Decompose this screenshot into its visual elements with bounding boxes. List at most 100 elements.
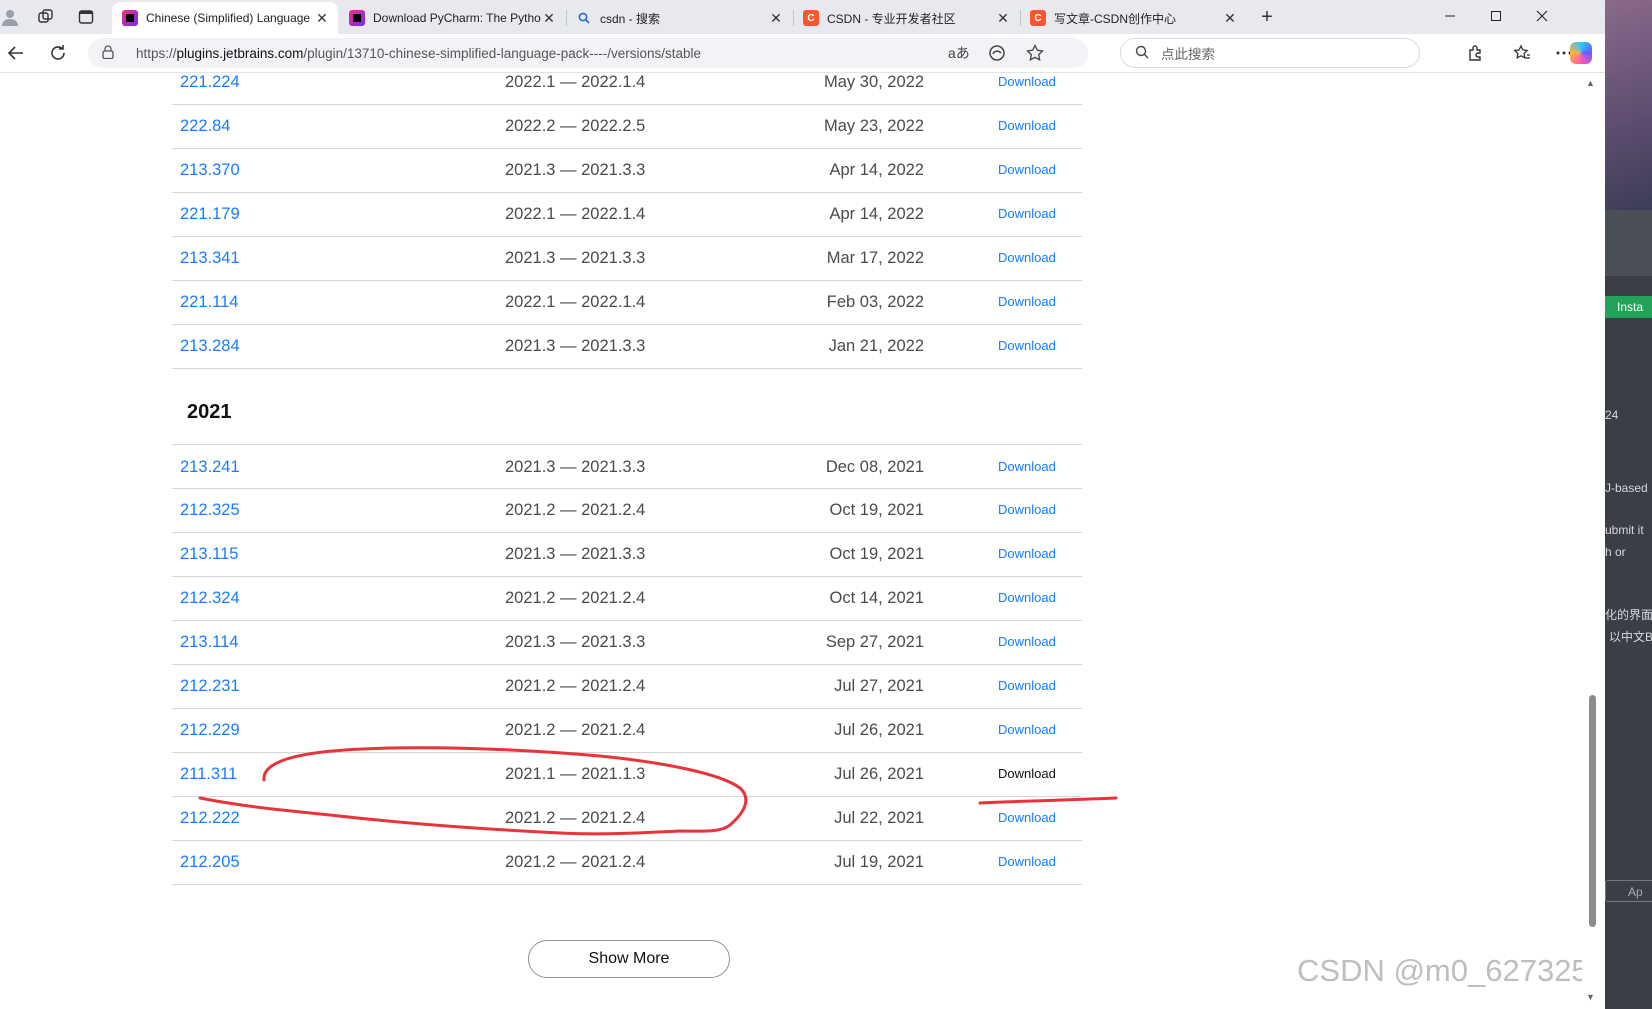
side-text: J-based xyxy=(1605,481,1648,495)
release-date: Dec 08, 2021 xyxy=(825,458,924,476)
download-link[interactable]: Download xyxy=(998,620,1056,664)
tab-chinese-language-pack[interactable]: Chinese (Simplified) Language Pa ✕ xyxy=(112,2,338,34)
tab-csdn-community[interactable]: C CSDN - 专业开发者社区 ✕ xyxy=(793,2,1019,34)
scroll-up-arrow-icon[interactable]: ▲ xyxy=(1586,78,1595,88)
lock-icon[interactable] xyxy=(102,44,122,62)
url-field[interactable]: https://plugins.jetbrains.com/plugin/137… xyxy=(88,38,1088,68)
search-icon xyxy=(1135,45,1149,62)
compat-range: 2021.3 — 2021.3.3 xyxy=(505,545,646,563)
download-link[interactable]: Download xyxy=(998,708,1056,752)
minimize-button[interactable] xyxy=(1427,0,1473,32)
version-link[interactable]: 212.325 xyxy=(180,488,240,532)
version-link[interactable]: 212.229 xyxy=(180,708,240,752)
workspaces-icon[interactable] xyxy=(36,7,56,27)
compat-range: 2021.2 — 2021.2.4 xyxy=(505,809,646,827)
version-link[interactable]: 212.205 xyxy=(180,840,240,884)
back-button[interactable] xyxy=(4,42,28,64)
profile-icon[interactable] xyxy=(0,7,20,27)
download-link[interactable]: Download xyxy=(998,664,1056,708)
download-link[interactable]: Download xyxy=(998,445,1056,489)
table-row: 212.231 2021.2 — 2021.2.4 Jul 27, 2021 D… xyxy=(172,664,1082,709)
apply-button[interactable]: Ap xyxy=(1605,880,1652,902)
version-link[interactable]: 213.370 xyxy=(180,148,240,192)
download-link[interactable]: Download xyxy=(998,752,1056,796)
version-link[interactable]: 213.241 xyxy=(180,445,240,489)
tab-csdn-search[interactable]: csdn - 搜索 ✕ xyxy=(566,2,792,34)
favorites-icon[interactable] xyxy=(1510,42,1534,64)
table-row: 213.114 2021.3 — 2021.3.3 Sep 27, 2021 D… xyxy=(172,620,1082,665)
favorite-star-icon[interactable] xyxy=(1026,38,1044,68)
table-row: 212.229 2021.2 — 2021.2.4 Jul 26, 2021 D… xyxy=(172,708,1082,753)
download-link[interactable]: Download xyxy=(998,236,1056,280)
release-date: Feb 03, 2022 xyxy=(826,293,924,311)
release-date: Jul 19, 2021 xyxy=(834,853,924,871)
vertical-tabs-icon[interactable] xyxy=(76,7,96,27)
refresh-button[interactable] xyxy=(46,42,70,64)
close-icon[interactable]: ✕ xyxy=(314,10,330,27)
version-link[interactable]: 213.114 xyxy=(180,620,238,664)
compat-range: 2021.3 — 2021.3.3 xyxy=(505,633,646,651)
url-path: /plugin/13710-chinese-simplified-languag… xyxy=(303,45,702,61)
close-icon[interactable]: ✕ xyxy=(541,10,557,27)
close-window-button[interactable] xyxy=(1519,0,1565,32)
version-link[interactable]: 221.114 xyxy=(180,280,238,324)
compat-range: 2022.1 — 2022.1.4 xyxy=(505,205,646,223)
close-icon[interactable]: ✕ xyxy=(995,10,1011,27)
tab-download-pycharm[interactable]: Download PyCharm: The Python I ✕ xyxy=(339,2,565,34)
download-link[interactable]: Download xyxy=(998,532,1056,576)
download-link[interactable]: Download xyxy=(998,796,1056,840)
version-link[interactable]: 221.224 xyxy=(180,73,240,104)
download-link[interactable]: Download xyxy=(998,104,1056,148)
tab-csdn-write[interactable]: C 写文章-CSDN创作中心 ✕ xyxy=(1020,2,1246,34)
extensions-icon[interactable] xyxy=(1464,42,1488,64)
csdn-logo-icon: C xyxy=(803,10,819,26)
search-icon xyxy=(576,10,592,26)
release-date: Sep 27, 2021 xyxy=(825,633,924,651)
scroll-down-arrow-icon[interactable]: ▼ xyxy=(1586,992,1595,1002)
version-link[interactable]: 211.311 xyxy=(180,752,237,796)
close-icon[interactable]: ✕ xyxy=(1222,10,1238,27)
version-link[interactable]: 212.222 xyxy=(180,796,240,840)
download-link[interactable]: Download xyxy=(998,73,1056,104)
install-button[interactable]: Insta xyxy=(1605,296,1652,318)
copilot-icon[interactable] xyxy=(1570,42,1592,64)
version-link[interactable]: 212.231 xyxy=(180,664,240,708)
version-link[interactable]: 213.284 xyxy=(180,324,240,368)
side-text: 以中文B xyxy=(1609,630,1652,644)
tab-label: 写文章-CSDN创作中心 xyxy=(1054,11,1176,26)
show-more-button[interactable]: Show More xyxy=(528,940,730,978)
reader-mode-icon[interactable] xyxy=(988,38,1006,68)
download-link[interactable]: Download xyxy=(998,192,1056,236)
maximize-button[interactable] xyxy=(1473,0,1519,32)
version-link[interactable]: 213.341 xyxy=(180,236,240,280)
download-link[interactable]: Download xyxy=(998,840,1056,884)
version-link[interactable]: 213.115 xyxy=(180,532,238,576)
year-heading: 2021 xyxy=(187,401,232,423)
release-date: Apr 14, 2022 xyxy=(829,161,925,179)
release-date: Oct 19, 2021 xyxy=(829,501,924,519)
table-row: 212.324 2021.2 — 2021.2.4 Oct 14, 2021 D… xyxy=(172,576,1082,621)
release-date: Oct 19, 2021 xyxy=(829,545,924,563)
side-text: 化的界面 xyxy=(1605,608,1652,622)
download-link[interactable]: Download xyxy=(998,280,1056,324)
translate-icon[interactable]: aあ xyxy=(948,38,970,68)
download-link[interactable]: Download xyxy=(998,148,1056,192)
release-date: Apr 14, 2022 xyxy=(829,205,925,223)
download-link[interactable]: Download xyxy=(998,576,1056,620)
release-date: Mar 17, 2022 xyxy=(826,249,924,267)
version-link[interactable]: 222.84 xyxy=(180,104,230,148)
table-row: 213.284 2021.3 — 2021.3.3 Jan 21, 2022 D… xyxy=(172,324,1082,369)
compat-range: 2021.3 — 2021.3.3 xyxy=(505,337,646,355)
new-tab-button[interactable]: + xyxy=(1257,6,1277,28)
compat-range: 2021.1 — 2021.1.3 xyxy=(505,765,646,783)
background-window-strip: Insta 24 J-based ubmit it h or 化的界面 以中文B… xyxy=(1605,0,1652,1009)
download-link[interactable]: Download xyxy=(998,488,1056,532)
version-link[interactable]: 212.324 xyxy=(180,576,240,620)
version-link[interactable]: 221.179 xyxy=(180,192,240,236)
close-icon[interactable]: ✕ xyxy=(768,10,784,27)
compat-range: 2021.3 — 2021.3.3 xyxy=(505,161,646,179)
search-input[interactable]: 点此搜索 xyxy=(1120,38,1420,68)
download-link[interactable]: Download xyxy=(998,324,1056,368)
scrollbar-thumb[interactable] xyxy=(1589,695,1596,927)
table-row: 213.241 2021.3 — 2021.3.3 Dec 08, 2021 D… xyxy=(172,444,1082,489)
